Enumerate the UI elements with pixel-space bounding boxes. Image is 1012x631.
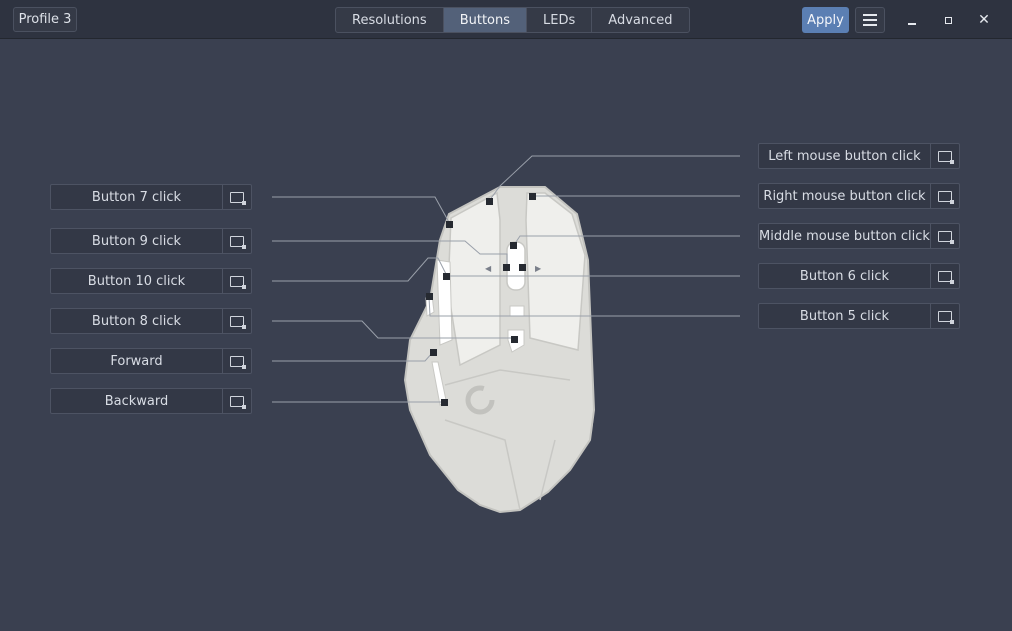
mapping-label: Forward — [51, 349, 223, 373]
svg-text:◀: ◀ — [485, 264, 492, 273]
edit-icon[interactable] — [223, 269, 251, 293]
mapping-label: Button 6 click — [759, 264, 931, 288]
edit-icon[interactable] — [223, 229, 251, 253]
edit-icon[interactable] — [931, 184, 959, 208]
mapping-button-10[interactable]: Button 10 click — [50, 268, 252, 294]
mapping-label: Middle mouse button click — [759, 224, 931, 248]
mapping-button-middle-click[interactable]: Middle mouse button click — [758, 223, 960, 249]
close-icon[interactable]: ✕ — [974, 10, 994, 30]
mapping-button-right-click[interactable]: Right mouse button click — [758, 183, 960, 209]
hamburger-menu-icon[interactable] — [855, 7, 885, 33]
mapping-button-7[interactable]: Button 7 click — [50, 184, 252, 210]
mapping-label: Backward — [51, 389, 223, 413]
mouse-side-strip — [436, 259, 453, 346]
mouse-left-panel — [447, 191, 501, 367]
tab-advanced[interactable]: Advanced — [592, 8, 688, 32]
mapping-label: Button 10 click — [51, 269, 223, 293]
apply-button[interactable]: Apply — [802, 7, 849, 33]
edit-icon[interactable] — [223, 309, 251, 333]
mapping-label: Button 5 click — [759, 304, 931, 328]
maximize-icon[interactable] — [938, 10, 958, 30]
mapping-button-9[interactable]: Button 9 click — [50, 228, 252, 254]
edit-icon[interactable] — [931, 264, 959, 288]
mapping-button-left-click[interactable]: Left mouse button click — [758, 143, 960, 169]
mapping-label: Right mouse button click — [759, 184, 931, 208]
tab-leds[interactable]: LEDs — [527, 8, 593, 32]
edit-icon[interactable] — [931, 304, 959, 328]
buttons-page: ◀ ▶ Button 7 click Button 9 click Button… — [0, 39, 1012, 631]
mapping-button-8[interactable]: Button 8 click — [50, 308, 252, 334]
tab-bar: Resolutions Buttons LEDs Advanced — [335, 7, 690, 33]
svg-text:▶: ▶ — [535, 264, 542, 273]
mapping-button-5[interactable]: Button 5 click — [758, 303, 960, 329]
minimize-icon[interactable] — [902, 10, 922, 30]
edit-icon[interactable] — [931, 224, 959, 248]
edit-icon[interactable] — [223, 349, 251, 373]
mapping-label: Button 9 click — [51, 229, 223, 253]
tab-buttons[interactable]: Buttons — [443, 8, 528, 32]
mapping-label: Button 8 click — [51, 309, 223, 333]
mapping-label: Left mouse button click — [759, 144, 931, 168]
mapping-button-6[interactable]: Button 6 click — [758, 263, 960, 289]
mapping-button-backward[interactable]: Backward — [50, 388, 252, 414]
mouse-diagram: ◀ ▶ — [272, 155, 740, 514]
header-bar: Profile 3 Resolutions Buttons LEDs Advan… — [0, 0, 1012, 39]
profile-selector-button[interactable]: Profile 3 — [13, 7, 77, 32]
mapping-button-forward[interactable]: Forward — [50, 348, 252, 374]
edit-icon[interactable] — [931, 144, 959, 168]
edit-icon[interactable] — [223, 185, 251, 209]
edit-icon[interactable] — [223, 389, 251, 413]
tab-resolutions[interactable]: Resolutions — [336, 8, 444, 32]
mapping-label: Button 7 click — [51, 185, 223, 209]
